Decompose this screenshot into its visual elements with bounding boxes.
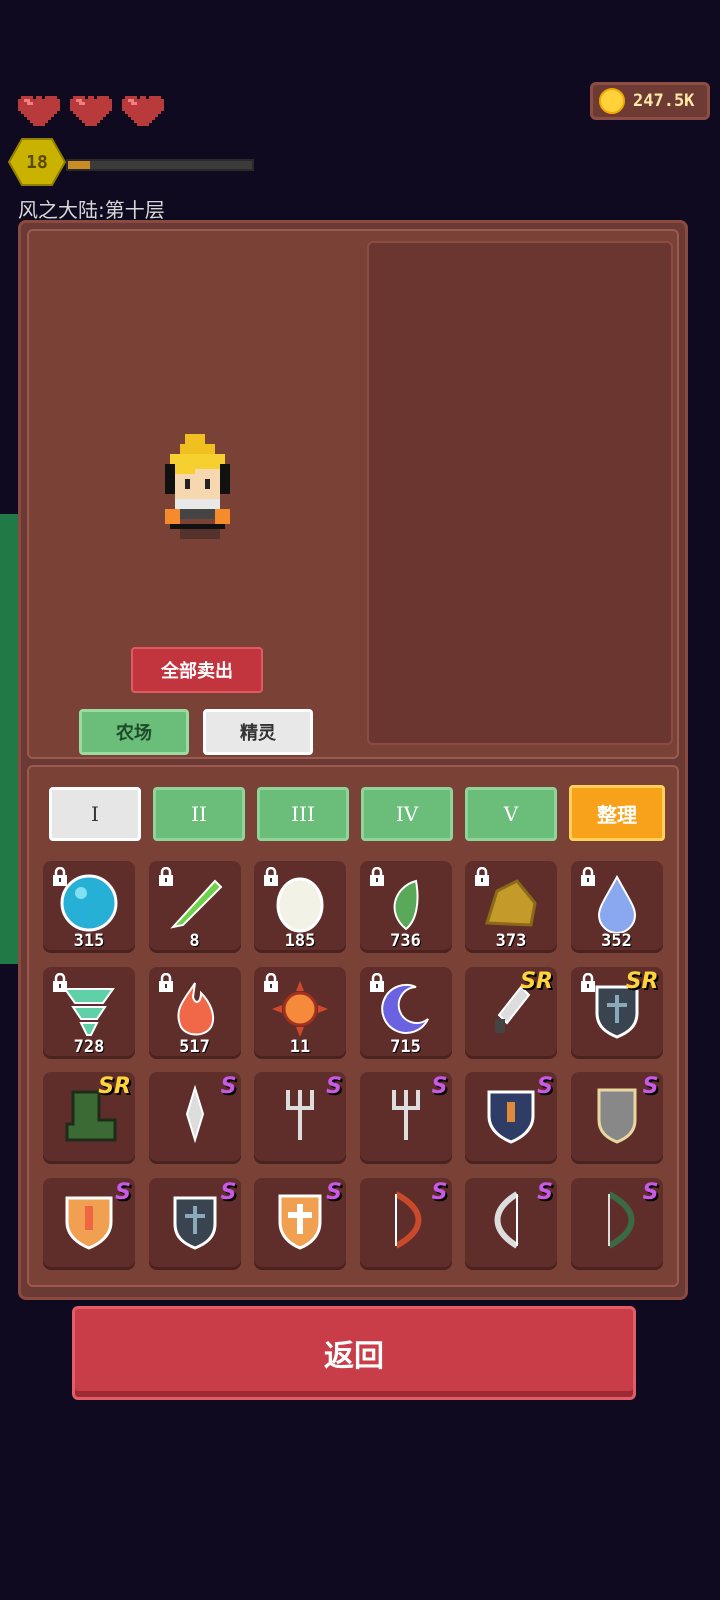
rarity-badge: S — [642, 1074, 659, 1099]
heart-icon — [122, 96, 164, 126]
character-area: 全部卖出 农场 精灵 — [27, 229, 679, 759]
inventory-slot[interactable]: S — [43, 1177, 135, 1270]
item-count: 352 — [601, 931, 632, 951]
inventory-panel: 全部卖出 农场 精灵 I II III IV V 整理 315 8 185 736 373 352… — [18, 220, 688, 1300]
rarity-badge: S — [220, 1074, 237, 1099]
item-count: 373 — [495, 931, 527, 951]
rarity-badge: S — [220, 1179, 237, 1205]
inventory-slot[interactable]: S — [254, 1177, 346, 1270]
inventory-slot[interactable]: 8 — [148, 861, 241, 953]
inventory-slot[interactable]: S — [465, 1177, 557, 1270]
lock-icon — [53, 972, 67, 992]
inventory-slot[interactable]: S — [148, 1072, 241, 1164]
inventory-slot[interactable]: S — [148, 1177, 241, 1270]
inventory-grid-area: I II III IV V 整理 315 8 185 736 373 352 728 517 11 715… — [27, 765, 679, 1287]
inventory-slot[interactable]: SR — [465, 966, 557, 1059]
red-bow-icon — [394, 1190, 421, 1249]
coin-amount: 247.5K — [633, 91, 695, 111]
inventory-slot[interactable]: S — [359, 1072, 452, 1164]
inventory-slot[interactable]: SR — [570, 966, 663, 1059]
rarity-badge: SR — [520, 968, 553, 994]
item-count: 517 — [179, 1036, 210, 1057]
rarity-badge: S — [115, 1179, 131, 1205]
lock-icon — [580, 972, 595, 992]
coin-icon — [599, 88, 625, 114]
level-number: 18 — [26, 151, 48, 173]
inventory-slot[interactable]: SR — [43, 1072, 135, 1164]
rarity-badge: S — [642, 1179, 659, 1205]
inventory-slot[interactable]: S — [570, 1177, 663, 1270]
xp-bar-fill — [68, 161, 91, 169]
tab-1[interactable]: I — [49, 787, 141, 841]
item-count: 185 — [284, 931, 316, 951]
lock-icon — [369, 972, 384, 992]
rarity-badge: S — [326, 1179, 342, 1205]
farm-button[interactable]: 农场 — [79, 709, 189, 755]
tab-4[interactable]: IV — [361, 787, 453, 841]
background-grass — [0, 514, 18, 964]
inventory-slot[interactable]: S — [570, 1072, 663, 1164]
tab-5[interactable]: V — [465, 787, 557, 841]
inventory-slot[interactable]: 315 — [43, 861, 135, 953]
rarity-badge: S — [537, 1179, 553, 1205]
rarity-badge: S — [431, 1179, 448, 1205]
coin-counter: 247.5K — [590, 82, 710, 120]
inventory-slot[interactable]: S — [359, 1177, 452, 1270]
inventory-slot[interactable]: 373 — [465, 861, 557, 953]
inventory-slot[interactable]: S — [465, 1072, 557, 1164]
location-label: 风之大陆:第十层 — [18, 198, 165, 222]
fork-icon — [286, 1090, 314, 1140]
fork-icon — [391, 1090, 420, 1140]
orange-shield-icon — [65, 1196, 113, 1250]
bone-bow-icon — [494, 1190, 519, 1249]
item-count: 728 — [73, 1036, 105, 1057]
item-count: 11 — [289, 1036, 311, 1057]
xp-bar — [66, 159, 254, 171]
sort-button[interactable]: 整理 — [569, 785, 665, 841]
heart-icon — [18, 96, 60, 126]
player-character-icon — [165, 434, 230, 539]
lock-icon — [53, 867, 67, 886]
item-detail-area — [367, 241, 673, 745]
rarity-badge: SR — [98, 1074, 131, 1099]
lock-icon — [158, 972, 173, 992]
lock-icon — [264, 867, 278, 886]
lock-icon — [580, 867, 595, 886]
lock-icon — [264, 972, 278, 992]
dark-shield-icon — [173, 1196, 216, 1250]
lock-icon — [475, 867, 489, 886]
rarity-badge: S — [431, 1074, 448, 1099]
rarity-badge: S — [537, 1074, 553, 1099]
cross-shield-icon — [278, 1194, 322, 1250]
rarity-badge: SR — [625, 968, 659, 994]
inventory-slot[interactable]: 517 — [148, 966, 241, 1059]
item-count: 8 — [189, 931, 200, 951]
item-count: 715 — [390, 1036, 421, 1057]
inventory-slot[interactable]: 736 — [359, 861, 452, 953]
lock-icon — [369, 867, 384, 886]
gray-shield-icon — [597, 1088, 636, 1144]
health-hearts — [18, 90, 164, 126]
inventory-slot[interactable]: 728 — [43, 966, 135, 1059]
item-count: 736 — [390, 931, 421, 951]
inventory-slot[interactable]: 352 — [570, 861, 663, 953]
knife-icon — [185, 1084, 204, 1144]
green-bow-icon — [607, 1190, 634, 1249]
inventory-slot[interactable]: 185 — [254, 861, 346, 953]
lock-icon — [158, 867, 173, 886]
inventory-slot[interactable]: 11 — [254, 966, 346, 1059]
sell-all-button[interactable]: 全部卖出 — [131, 647, 263, 693]
spirit-button[interactable]: 精灵 — [203, 709, 313, 755]
rarity-badge: S — [326, 1074, 342, 1099]
blue-shield-icon — [487, 1090, 535, 1144]
tab-3[interactable]: III — [257, 787, 349, 841]
tab-2[interactable]: II — [153, 787, 245, 841]
heart-icon — [70, 96, 112, 126]
back-button[interactable]: 返回 — [72, 1306, 636, 1400]
inventory-slot[interactable]: S — [254, 1072, 346, 1164]
inventory-slot[interactable]: 715 — [359, 966, 452, 1059]
item-count: 315 — [73, 931, 105, 951]
